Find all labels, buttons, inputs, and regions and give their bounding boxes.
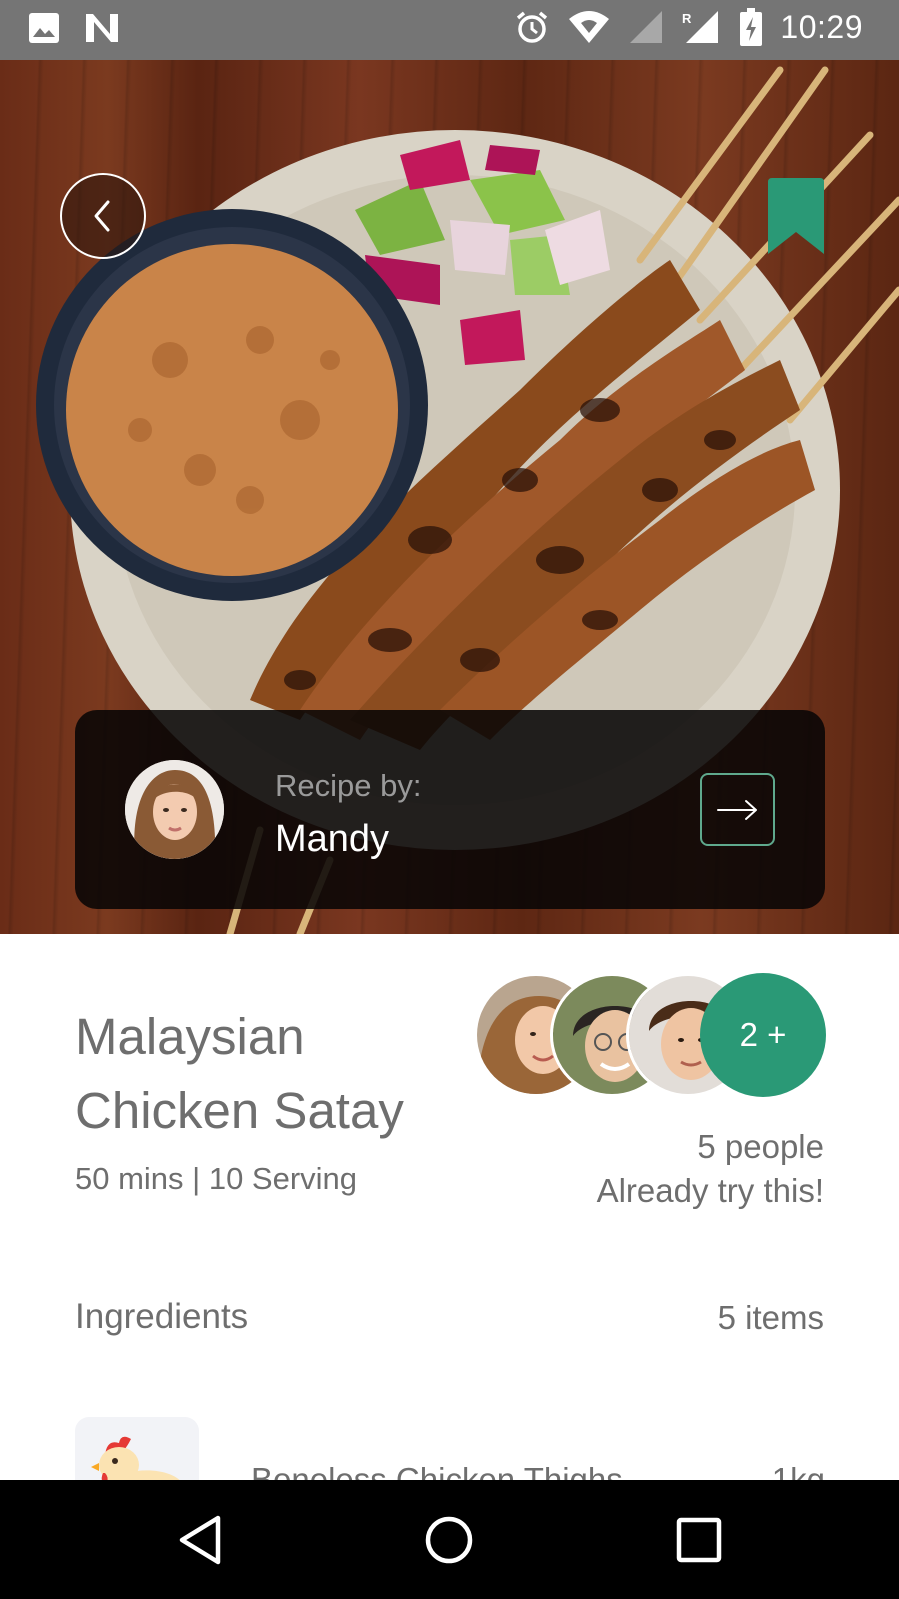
alarm-icon bbox=[517, 11, 548, 43]
arrow-right-icon bbox=[716, 799, 757, 820]
signal-icon bbox=[630, 11, 663, 43]
recipe-title-line1: Malaysian bbox=[75, 1008, 305, 1065]
battery-charging-icon bbox=[740, 8, 763, 46]
tried-label: Already try this! bbox=[596, 1172, 824, 1209]
tried-avatars[interactable]: 2 + bbox=[474, 973, 826, 1098]
status-bar: R 10:29 bbox=[0, 0, 899, 60]
ingredients-header: Ingredients bbox=[75, 1297, 249, 1336]
signal-r-icon: R bbox=[682, 11, 719, 43]
recipe-meta: 50 mins | 10 Serving bbox=[75, 1161, 358, 1196]
recipe-hero-image: Recipe by: Mandy bbox=[0, 60, 899, 934]
svg-text:R: R bbox=[682, 11, 692, 26]
n-icon bbox=[86, 14, 118, 42]
recipe-by-label: Recipe by: bbox=[275, 768, 422, 803]
nav-back-icon bbox=[179, 1515, 221, 1565]
nav-back-button[interactable] bbox=[172, 1512, 228, 1568]
more-people-badge[interactable]: 2 + bbox=[700, 973, 826, 1097]
bookmark-button[interactable] bbox=[768, 178, 824, 254]
author-card[interactable]: Recipe by: Mandy bbox=[75, 710, 825, 909]
chevron-left-icon bbox=[94, 200, 110, 232]
author-avatar bbox=[125, 760, 224, 859]
author-name: Mandy bbox=[275, 818, 390, 860]
wifi-icon bbox=[569, 11, 610, 43]
system-nav-bar bbox=[0, 1480, 899, 1599]
status-time: 10:29 bbox=[780, 8, 863, 45]
recipe-title-line2: Chicken Satay bbox=[75, 1082, 404, 1139]
image-icon bbox=[29, 13, 59, 43]
tried-count: 5 people bbox=[697, 1128, 824, 1165]
ingredients-count: 5 items bbox=[717, 1299, 824, 1336]
nav-recents-button[interactable] bbox=[671, 1512, 727, 1568]
ingredient-row[interactable]: Boneless Chicken Thighs 1kg bbox=[75, 1417, 825, 1541]
recipe-title: Malaysian Chicken Satay bbox=[75, 1000, 404, 1148]
back-button[interactable] bbox=[60, 173, 146, 259]
nav-recents-icon bbox=[676, 1517, 722, 1563]
bookmark-icon bbox=[768, 178, 824, 254]
author-profile-button[interactable] bbox=[700, 773, 775, 846]
nav-home-button[interactable] bbox=[421, 1512, 477, 1568]
nav-home-icon bbox=[425, 1516, 473, 1564]
